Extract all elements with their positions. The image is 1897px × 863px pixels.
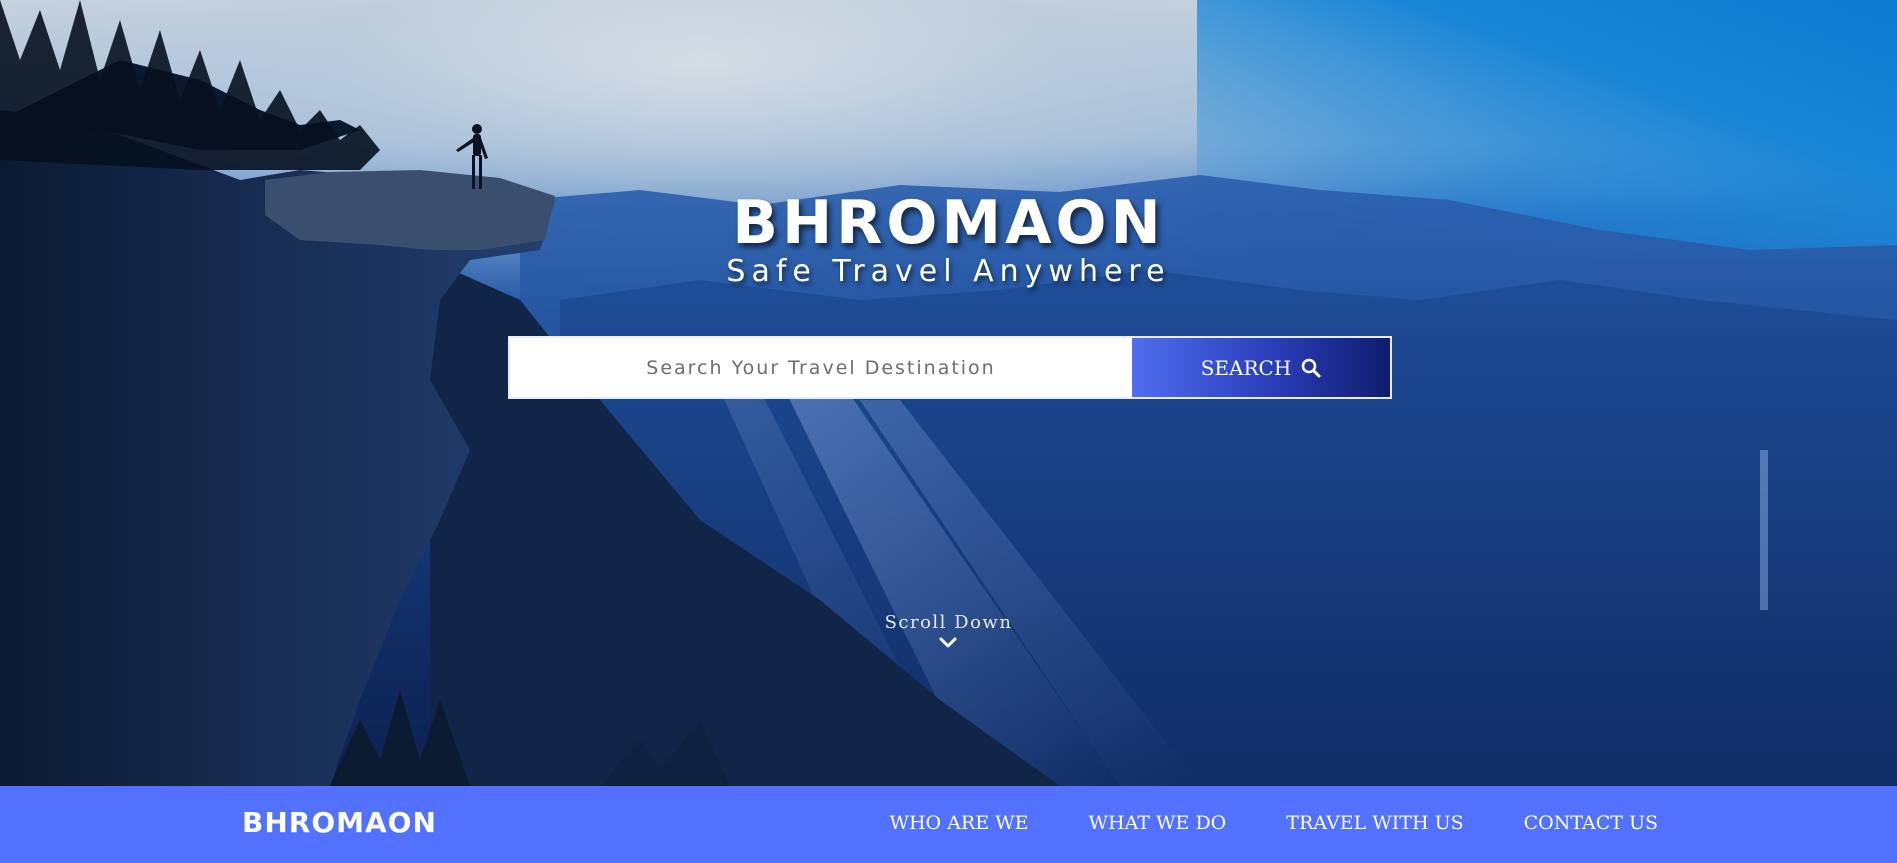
destination-search-input[interactable] [510,338,1132,397]
nav-link-travel-with-us[interactable]: TRAVEL WITH US [1286,812,1463,834]
destination-search-form: SEARCH [508,336,1392,399]
bottom-navbar: BHROMAON WHO ARE WE WHAT WE DO TRAVEL WI… [0,786,1897,863]
search-button[interactable]: SEARCH [1132,338,1390,397]
nav-link-what-we-do[interactable]: WHAT WE DO [1089,812,1227,834]
chevron-down-icon[interactable] [938,636,958,655]
search-icon [1301,358,1321,378]
nav-link-contact-us[interactable]: CONTACT US [1524,812,1658,834]
nav-link-who-are-we[interactable]: WHO ARE WE [889,812,1028,834]
navbar-links: WHO ARE WE WHAT WE DO TRAVEL WITH US CON… [829,812,1658,834]
hero-section: BHROMAON Safe Travel Anywhere SEARCH Scr… [0,0,1897,786]
scroll-down-label[interactable]: Scroll Down [0,612,1897,633]
navbar-logo[interactable]: BHROMAON [242,806,437,839]
hero-tagline: Safe Travel Anywhere [726,254,1171,289]
search-button-label: SEARCH [1200,355,1292,380]
hero-title: BHROMAON [732,188,1165,258]
